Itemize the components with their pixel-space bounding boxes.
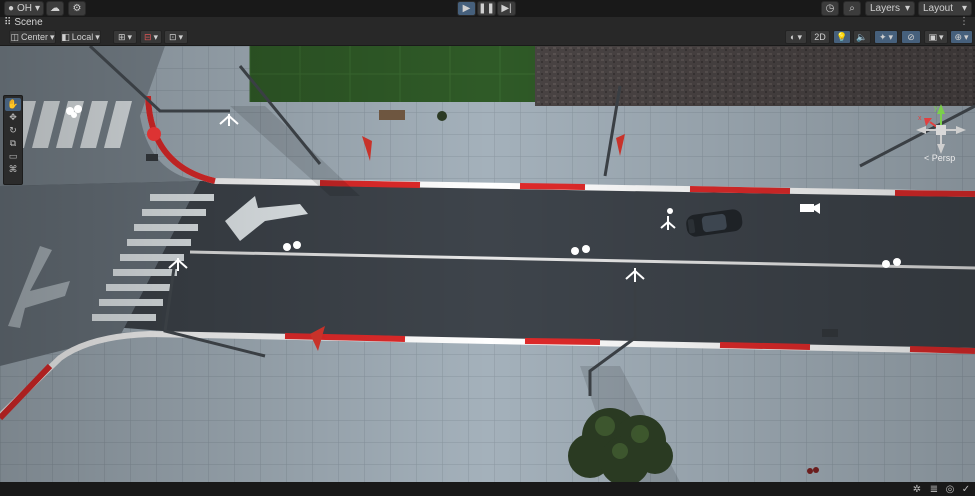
hidden-objects-toggle[interactable]: ⊘ bbox=[901, 30, 921, 44]
user-icon: ● bbox=[7, 3, 15, 14]
play-controls: ▶ ❚❚ ▶| bbox=[457, 1, 516, 16]
draw-mode-icon: ◐ bbox=[790, 32, 796, 42]
camera-icon: ▣ bbox=[928, 31, 937, 42]
layout-label: Layout bbox=[923, 3, 954, 14]
status-bar: ✲ ≣ ◎ ✓ bbox=[0, 482, 975, 496]
mode-2d-label: 2D bbox=[814, 32, 826, 42]
tab-menu-button[interactable]: ⋮ bbox=[959, 16, 969, 27]
chevron-down-icon: ▾ bbox=[938, 31, 944, 42]
effects-dropdown[interactable]: ✦ ▾ bbox=[874, 30, 898, 44]
layers-label: Layers bbox=[870, 3, 901, 14]
layout-dropdown[interactable]: Layout ▾ bbox=[918, 1, 972, 16]
rotate-tool[interactable]: ↻ bbox=[5, 124, 21, 137]
hand-icon: ✋ bbox=[7, 99, 19, 109]
chevron-down-icon: ▾ bbox=[888, 31, 894, 42]
transform-icon: ⌘ bbox=[8, 164, 18, 174]
chevron-down-icon: ▾ bbox=[127, 31, 133, 42]
gizmo-axis-x: x bbox=[918, 115, 922, 122]
step-icon: ▶| bbox=[501, 3, 512, 14]
audio-toggle[interactable]: 🔈 bbox=[853, 30, 871, 44]
rect-tool[interactable]: ▭ bbox=[5, 150, 21, 163]
chevron-down-icon: ▾ bbox=[95, 31, 100, 42]
lighting-toggle[interactable]: 💡 bbox=[833, 30, 851, 44]
move-icon: ✥ bbox=[9, 112, 17, 122]
account-dropdown[interactable]: ● OH ▾ bbox=[4, 1, 44, 16]
cloud-button[interactable]: ☁ bbox=[46, 1, 64, 16]
gizmos-dropdown[interactable]: ⊕ ▾ bbox=[950, 30, 973, 44]
search-icon: ⌕ bbox=[849, 3, 855, 14]
chevron-down-icon: ▾ bbox=[964, 31, 969, 42]
chevron-down-icon: ▾ bbox=[153, 31, 159, 42]
rotate-icon: ↻ bbox=[9, 125, 17, 135]
gear-icon: ⚙ bbox=[72, 3, 82, 14]
more-icon: ⋮ bbox=[959, 16, 969, 27]
main-toolbar: ● OH ▾ ☁ ⚙ ▶ ❚❚ ▶| ◷ ⌕ Layers ▾ Layout ▾ bbox=[0, 0, 975, 17]
collab-button[interactable]: ⚙ bbox=[68, 1, 86, 16]
cache-icon[interactable]: ◎ bbox=[944, 483, 956, 495]
account-label: OH bbox=[17, 3, 33, 14]
grid-snap-dropdown[interactable]: ⊞ ▾ bbox=[113, 30, 137, 44]
pause-button[interactable]: ❚❚ bbox=[477, 1, 496, 16]
history-button[interactable]: ◷ bbox=[821, 1, 839, 16]
local-space-icon: ◧ bbox=[61, 31, 70, 42]
rect-icon: ▭ bbox=[8, 151, 18, 161]
chevron-down-icon: ▾ bbox=[797, 31, 802, 42]
scene-toolbar: ◫ Center ▾ ◧ Local ▾ ⊞ ▾ ⊟ ▾ ⊡ ▾ ◐ ▾ 2D 💡 🔈 … bbox=[0, 29, 975, 46]
stack-icon[interactable]: ≣ bbox=[928, 483, 940, 495]
grid-snap-icon: ⊞ bbox=[117, 31, 126, 42]
snap-increment-icon: ⊟ bbox=[143, 31, 152, 42]
check-icon[interactable]: ✓ bbox=[960, 483, 972, 495]
search-button[interactable]: ⌕ bbox=[843, 1, 861, 16]
pause-icon: ❚❚ bbox=[478, 3, 495, 14]
scene-viewport[interactable]: y x < Persp ✋ ✥ ↻ ⧉ ▭ ⌘ bbox=[0, 46, 975, 482]
step-button[interactable]: ▶| bbox=[497, 1, 516, 16]
projection-toggle[interactable]: < Persp bbox=[924, 153, 955, 163]
draw-mode-dropdown[interactable]: ◐ ▾ bbox=[785, 30, 807, 44]
play-button[interactable]: ▶ bbox=[457, 1, 476, 16]
transform-tool[interactable]: ⌘ bbox=[5, 163, 21, 176]
chevron-down-icon: ▾ bbox=[178, 31, 184, 42]
scale-tool[interactable]: ⧉ bbox=[5, 137, 21, 150]
scale-icon: ⧉ bbox=[9, 138, 17, 148]
effects-icon: ✦ bbox=[878, 31, 887, 42]
space-label: Local bbox=[71, 32, 94, 42]
light-bulb-icon: 💡 bbox=[836, 31, 848, 42]
pivot-space-dropdown[interactable]: ◧ Local ▾ bbox=[60, 30, 101, 44]
history-icon: ◷ bbox=[825, 3, 835, 14]
tab-scene-label: Scene bbox=[14, 17, 43, 28]
scene-tab-bar: ⠿ Scene ⋮ bbox=[0, 16, 975, 29]
hand-tool[interactable]: ✋ bbox=[5, 98, 21, 111]
move-tool[interactable]: ✥ bbox=[5, 111, 21, 124]
grid-icon: ⠿ bbox=[4, 17, 12, 28]
bug-icon[interactable]: ✲ bbox=[911, 483, 923, 495]
projection-label: < Persp bbox=[924, 153, 956, 163]
globe-icon: ⊕ bbox=[954, 31, 962, 42]
increment-snap-dropdown[interactable]: ⊡ ▾ bbox=[164, 30, 188, 44]
camera-settings-dropdown[interactable]: ▣ ▾ bbox=[924, 30, 948, 44]
tools-overlay: ✋ ✥ ↻ ⧉ ▭ ⌘ bbox=[3, 95, 23, 185]
layers-dropdown[interactable]: Layers ▾ bbox=[865, 1, 915, 16]
toggle-2d-button[interactable]: 2D bbox=[810, 30, 830, 44]
pivot-label: Center bbox=[20, 32, 48, 42]
chevron-down-icon: ▾ bbox=[35, 3, 41, 14]
chevron-down-icon: ▾ bbox=[904, 3, 910, 14]
snap-increment-dropdown[interactable]: ⊟ ▾ bbox=[140, 30, 162, 44]
cloud-icon: ☁ bbox=[50, 3, 60, 14]
tab-scene[interactable]: ⠿ Scene bbox=[4, 17, 43, 29]
orientation-gizmo[interactable]: y x bbox=[912, 102, 970, 158]
pivot-mode-dropdown[interactable]: ◫ Center ▾ bbox=[9, 30, 56, 44]
chevron-down-icon: ▾ bbox=[50, 31, 55, 42]
speaker-icon: 🔈 bbox=[856, 31, 868, 42]
gizmo-axis-y: y bbox=[934, 105, 938, 112]
scene-render bbox=[0, 46, 975, 482]
play-icon: ▶ bbox=[462, 3, 471, 14]
chevron-down-icon: ▾ bbox=[961, 3, 967, 14]
eye-slash-icon: ⊘ bbox=[907, 31, 915, 42]
increment-snap-icon: ⊡ bbox=[168, 31, 177, 42]
pivot-icon: ◫ bbox=[10, 31, 19, 42]
